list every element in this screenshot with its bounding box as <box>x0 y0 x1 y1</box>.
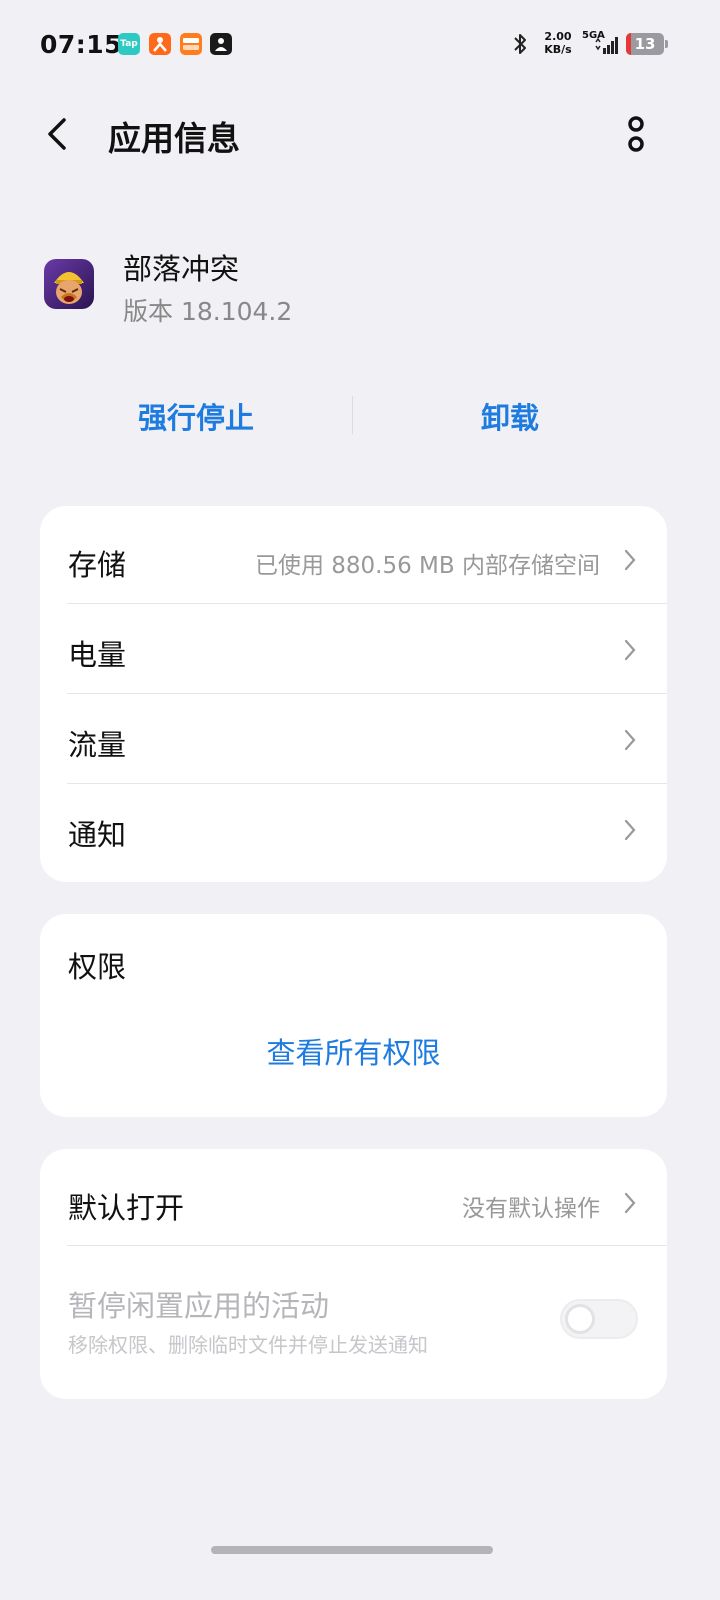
chevron-right-icon <box>624 549 636 571</box>
dark-app-icon <box>210 33 232 55</box>
open-by-default-row[interactable]: 默认打开 没有默认操作 <box>40 1157 667 1247</box>
pause-inactive-title: 暂停闲置应用的活动 <box>68 1289 330 1323</box>
notifications-row[interactable]: 通知 <box>40 784 667 874</box>
storage-value: 已使用 880.56 MB 内部存储空间 <box>254 553 600 579</box>
chevron-left-icon <box>48 118 66 150</box>
storage-label: 存储 <box>68 548 127 582</box>
battery-label: 电量 <box>68 638 127 672</box>
chevron-right-icon <box>624 1192 636 1214</box>
chevron-right-icon <box>624 639 636 661</box>
back-button[interactable] <box>40 110 80 158</box>
app-info-screen: 07:15 Tap 2.00 KB/s 5GA 13 应用信息 部落冲突 版本 … <box>0 0 720 1600</box>
more-options-button[interactable] <box>620 110 652 158</box>
signal-icon <box>595 37 618 54</box>
pause-inactive-subtitle: 移除权限、删除临时文件并停止发送通知 <box>68 1333 428 1357</box>
more-vertical-icon <box>628 116 644 152</box>
chevron-right-icon <box>624 729 636 751</box>
network-speed-unit: KB/s <box>544 43 572 56</box>
battery-row[interactable]: 电量 <box>40 604 667 694</box>
notifications-label: 通知 <box>68 818 127 852</box>
battery-icon: 13 <box>626 33 668 55</box>
home-indicator[interactable] <box>211 1546 493 1554</box>
app-icon <box>44 259 94 309</box>
defaults-card: 默认打开 没有默认操作 暂停闲置应用的活动 移除权限、删除临时文件并停止发送通知 <box>40 1149 667 1399</box>
pause-inactive-toggle[interactable] <box>560 1299 638 1339</box>
view-all-permissions-link[interactable]: 查看所有权限 <box>40 1030 667 1072</box>
taobao-shangou-icon <box>180 33 202 55</box>
network-speed: 2.00 KB/s <box>540 30 576 56</box>
orange-app-icon <box>149 33 171 55</box>
force-stop-button[interactable]: 强行停止 <box>46 395 346 437</box>
taptap-icon: Tap <box>118 33 140 55</box>
bluetooth-icon <box>514 34 526 54</box>
toggle-knob <box>565 1304 595 1334</box>
usage-card: 存储 已使用 880.56 MB 内部存储空间 电量 流量 通知 <box>40 506 667 882</box>
permissions-card: 权限 查看所有权限 <box>40 914 667 1117</box>
action-divider <box>352 396 353 434</box>
open-by-default-value: 没有默认操作 <box>462 1196 600 1222</box>
data-usage-label: 流量 <box>68 728 127 762</box>
divider <box>67 1245 667 1246</box>
data-usage-row[interactable]: 流量 <box>40 694 667 784</box>
open-by-default-label: 默认打开 <box>68 1191 185 1225</box>
network-speed-value: 2.00 <box>544 30 572 43</box>
status-time: 07:15 <box>40 30 123 59</box>
chevron-right-icon <box>624 819 636 841</box>
app-version: 版本 18.104.2 <box>123 297 293 326</box>
app-name: 部落冲突 <box>123 252 240 286</box>
permissions-title: 权限 <box>68 950 127 984</box>
page-title: 应用信息 <box>108 119 240 158</box>
uninstall-button[interactable]: 卸载 <box>360 395 660 437</box>
storage-row[interactable]: 存储 已使用 880.56 MB 内部存储空间 <box>40 514 667 604</box>
status-bar: 07:15 Tap 2.00 KB/s 5GA 13 <box>0 0 720 90</box>
